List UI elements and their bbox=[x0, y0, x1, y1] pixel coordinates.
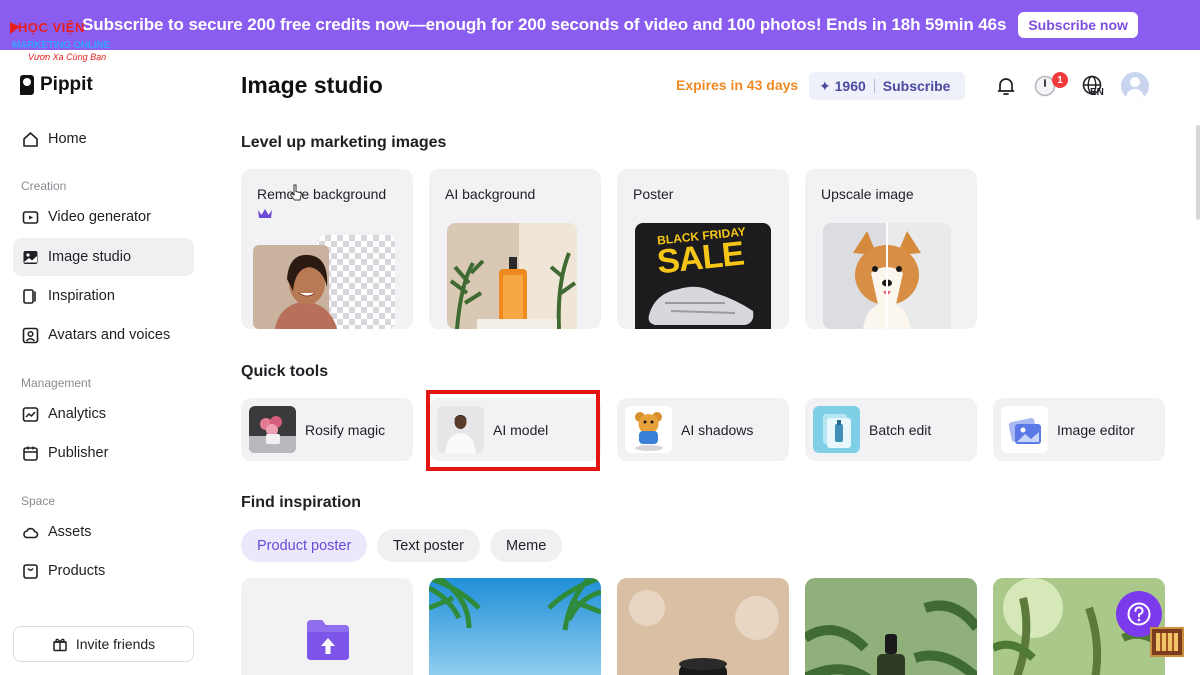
inspiration-card-serum-leaves[interactable] bbox=[805, 578, 977, 675]
ai-background-preview bbox=[447, 223, 577, 329]
sidebar-item-avatars-and-voices[interactable]: Avatars and voices bbox=[13, 316, 194, 354]
feature-card-label: AI background bbox=[445, 186, 536, 202]
gift-icon bbox=[52, 636, 68, 652]
feature-card-label: Upscale image bbox=[821, 186, 914, 202]
sidebar-item-label: Video generator bbox=[48, 209, 151, 225]
sidebar-item-label: Products bbox=[48, 563, 106, 579]
section-title-find-inspiration: Find inspiration bbox=[241, 494, 361, 511]
quick-tool-batch-edit[interactable]: Batch edit bbox=[805, 398, 977, 461]
image-editor-thumbnail bbox=[1001, 406, 1048, 453]
section-title-quick-tools: Quick tools bbox=[241, 363, 329, 380]
bell-icon[interactable] bbox=[992, 72, 1020, 100]
user-avatar[interactable] bbox=[1121, 72, 1149, 100]
feature-card-label: Poster bbox=[633, 186, 674, 202]
watermark-line3: Vươn Xa Cùng Bạn bbox=[28, 52, 107, 62]
remove-background-preview bbox=[253, 235, 403, 329]
analytics-icon bbox=[21, 405, 39, 423]
credits-divider bbox=[873, 79, 875, 93]
feature-card-upscale-image[interactable]: Upscale image bbox=[805, 169, 977, 329]
page-scrollbar[interactable] bbox=[1196, 125, 1200, 220]
help-icon bbox=[1126, 601, 1152, 627]
inspiration-card-sand-product[interactable] bbox=[617, 578, 789, 675]
image-icon bbox=[21, 248, 39, 266]
pippit-logo-icon bbox=[20, 75, 34, 95]
subscribe-now-button[interactable]: Subscribe now bbox=[1018, 12, 1138, 38]
sidebar-item-assets[interactable]: Assets bbox=[13, 513, 194, 551]
app-logo-text: Pippit bbox=[40, 74, 93, 95]
ai-model-highlight-box bbox=[426, 390, 600, 471]
mouse-cursor-icon bbox=[289, 184, 303, 207]
poster-preview: BLACK FRIDAY SALE bbox=[635, 223, 771, 329]
quick-tool-label: Rosify magic bbox=[305, 421, 386, 438]
feature-card-remove-background[interactable]: Remove background bbox=[241, 169, 413, 329]
sidebar-section-space: Space bbox=[21, 494, 56, 508]
sidebar-section-management: Management bbox=[21, 376, 92, 390]
upload-card[interactable] bbox=[241, 578, 413, 675]
sneaker-icon bbox=[648, 286, 754, 325]
ai-shadows-thumbnail bbox=[625, 406, 672, 453]
sidebar-item-inspiration[interactable]: Inspiration bbox=[13, 277, 194, 315]
inspiration-icon bbox=[21, 287, 39, 305]
sidebar-item-label: Home bbox=[48, 131, 87, 147]
premium-crown-icon bbox=[257, 207, 275, 226]
sidebar-item-home[interactable]: Home bbox=[13, 120, 194, 158]
credits-pill[interactable]: ✦ 1960 Subscribe bbox=[809, 72, 965, 100]
sidebar-item-image-studio[interactable]: Image studio bbox=[13, 238, 194, 276]
upload-folder-icon bbox=[305, 618, 351, 665]
bag-icon bbox=[21, 562, 39, 580]
inspiration-card-beach[interactable] bbox=[429, 578, 601, 675]
chip-product-poster[interactable]: Product poster bbox=[241, 529, 368, 562]
overlay-tv-icon bbox=[1150, 627, 1184, 657]
sidebar-item-label: Avatars and voices bbox=[48, 327, 171, 343]
sidebar-item-label: Inspiration bbox=[48, 288, 115, 304]
notification-badge: 1 bbox=[1052, 72, 1068, 88]
invite-friends-label: Invite friends bbox=[75, 636, 156, 652]
sidebar-item-label: Assets bbox=[48, 524, 92, 540]
upscale-image-preview bbox=[823, 223, 951, 329]
sidebar-item-label: Publisher bbox=[48, 445, 109, 461]
feature-card-label: Remove background bbox=[257, 186, 387, 202]
expires-label: Expires in 43 days bbox=[676, 77, 799, 93]
watermark-line1: HỌC VIỆN bbox=[18, 20, 85, 35]
sidebar-item-analytics[interactable]: Analytics bbox=[13, 395, 194, 433]
quick-tool-label: Batch edit bbox=[869, 421, 932, 438]
chip-meme[interactable]: Meme bbox=[490, 529, 563, 562]
quick-tool-image-editor[interactable]: Image editor bbox=[993, 398, 1165, 461]
sidebar-item-label: Image studio bbox=[48, 249, 132, 265]
watermark-logo: HỌC VIỆN MARKETING ONLINE Vươn Xa Cùng B… bbox=[10, 20, 120, 64]
sidebar-item-products[interactable]: Products bbox=[13, 552, 194, 590]
rosify-magic-thumbnail bbox=[249, 406, 296, 453]
sidebar-item-publisher[interactable]: Publisher bbox=[13, 434, 194, 472]
app-logo[interactable]: Pippit bbox=[20, 74, 93, 96]
home-icon bbox=[21, 130, 39, 148]
subscribe-link[interactable]: Subscribe bbox=[883, 78, 951, 94]
quick-tool-label: Image editor bbox=[1057, 421, 1135, 438]
feature-card-ai-background[interactable]: AI background bbox=[429, 169, 601, 329]
sidebar-item-video-generator[interactable]: Video generator bbox=[13, 198, 194, 236]
credits-count: ✦ 1960 bbox=[819, 77, 866, 94]
sidebar-section-creation: Creation bbox=[21, 179, 67, 193]
calendar-icon bbox=[21, 444, 39, 462]
chip-text-poster[interactable]: Text poster bbox=[377, 529, 480, 562]
promo-banner-text: Subscribe to secure 200 free credits now… bbox=[82, 15, 1007, 34]
invite-friends-button[interactable]: Invite friends bbox=[13, 626, 194, 662]
cloud-icon bbox=[21, 523, 39, 541]
feature-card-poster[interactable]: Poster BLACK FRIDAY SALE bbox=[617, 169, 789, 329]
avatar-icon bbox=[21, 326, 39, 344]
quick-tool-ai-shadows[interactable]: AI shadows bbox=[617, 398, 789, 461]
page-title: Image studio bbox=[241, 72, 383, 98]
video-icon bbox=[21, 208, 39, 226]
section-title-level-up: Level up marketing images bbox=[241, 134, 447, 151]
sidebar-item-label: Analytics bbox=[48, 406, 107, 422]
language-label: EN bbox=[1090, 87, 1104, 98]
quick-tool-rosify-magic[interactable]: Rosify magic bbox=[241, 398, 413, 461]
batch-edit-thumbnail bbox=[813, 406, 860, 453]
quick-tool-label: AI shadows bbox=[681, 421, 754, 438]
promo-banner: Subscribe to secure 200 free credits now… bbox=[0, 0, 1200, 50]
watermark-line2: MARKETING ONLINE bbox=[12, 40, 110, 51]
